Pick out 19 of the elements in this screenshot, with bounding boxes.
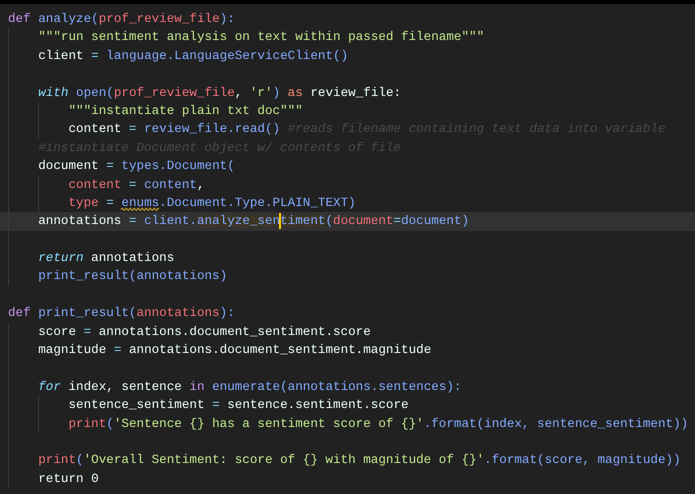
code-line: def analyze(prof_review_file): xyxy=(8,11,235,28)
code-line: return annotations xyxy=(38,250,174,268)
code-line: document = types.Document( xyxy=(38,158,235,176)
code-line: type = enums.Document.Type.PLAIN_TEXT) xyxy=(68,194,356,212)
code-line: sentence_sentiment = sentence.sentiment.score xyxy=(68,397,409,414)
code-line: """run sentiment analysis on text within passed filename""" xyxy=(38,29,484,46)
code-line: with open(prof_review_file, 'r') as review_file: xyxy=(38,84,402,102)
code-line: client = language.LanguageServiceClient() xyxy=(38,48,348,65)
code-line: annotations = client.analyze_sentiment(document=document) xyxy=(38,212,470,231)
code-line: print('Overall Sentiment: score of {} with magnitude of {}'.format(score, magnitude)) xyxy=(38,452,681,470)
code-line: """instantiate plain txt doc""" xyxy=(68,102,303,120)
code-line: content = content, xyxy=(68,176,205,194)
code-line: print('Sentence {} has a sentiment score of {}'.format(index, sentence_sentiment)) xyxy=(68,416,688,433)
code-line: def print_result(annotations): xyxy=(8,305,235,322)
code-line: score = annotations.document_sentiment.score xyxy=(38,324,371,341)
code-line: magnitude = annotations.document_sentiment.magnitude xyxy=(38,342,432,360)
code-line: return 0 xyxy=(38,470,99,488)
code-line: for index, sentence in enumerate(annotations.sentences): xyxy=(38,378,462,396)
code-line: print_result(annotations) xyxy=(38,268,228,286)
